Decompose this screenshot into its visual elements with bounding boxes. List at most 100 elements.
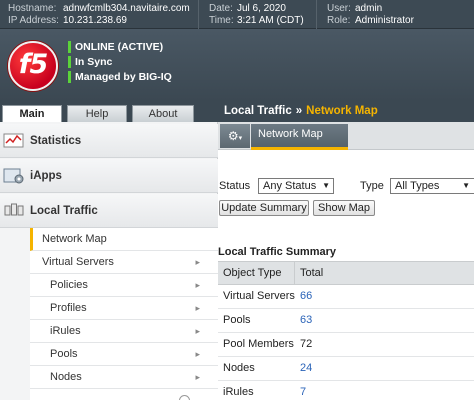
row-object-type: iRules (223, 386, 254, 398)
tab-help[interactable]: Help (67, 105, 127, 122)
breadcrumb: Local Traffic» Network Map (218, 101, 474, 122)
filter-row: Status Any Status ▼ Type All Types ▼ (218, 178, 474, 196)
chevron-right-icon: ▸ (195, 326, 200, 336)
statistics-icon (3, 132, 25, 150)
status-sync: In Sync (68, 55, 172, 70)
chevron-right-icon: ▸ (195, 280, 200, 290)
sidebar-category-local-traffic[interactable]: Local Traffic (0, 194, 218, 228)
column-header-object-type[interactable]: Object Type (223, 262, 282, 284)
user-value: admin (355, 3, 383, 14)
sidebar-item-label: Network Map (42, 233, 107, 245)
local-traffic-icon (3, 202, 25, 220)
sidebar-item-label: iRules (50, 325, 81, 337)
role-value: Administrator (355, 15, 414, 26)
sidebar-category-label: Local Traffic (30, 205, 98, 217)
role-label: Role: (327, 15, 351, 26)
status-managed: Managed by BIG-IQ (68, 70, 172, 85)
row-total-link[interactable]: 24 (300, 357, 312, 380)
tab-main[interactable]: Main (2, 105, 62, 123)
table-row: Nodes 24 (218, 357, 474, 381)
time-label: Time: (209, 15, 234, 26)
status-select[interactable]: Any Status ▼ (258, 178, 334, 194)
type-select-value: All Types (395, 180, 440, 192)
chevron-down-icon: ▼ (322, 181, 330, 190)
sidebar-item-nodes[interactable]: Nodes ▸ (30, 366, 218, 389)
table-row: iRules 7 (218, 381, 474, 400)
sidebar-item-virtual-servers[interactable]: Virtual Servers ▸ (30, 251, 218, 274)
date-value: Jul 6, 2020 (237, 3, 286, 14)
ip-value: 10.231.238.69 (63, 15, 127, 26)
hostname-value: adnwfcmlb304.navitaire.com (63, 3, 190, 14)
chevron-right-icon: ▸ (195, 372, 200, 382)
column-header-total[interactable]: Total (300, 262, 323, 284)
dropdown-caret-icon: ▾ (238, 135, 243, 142)
sidebar-item-policies[interactable]: Policies ▸ (30, 274, 218, 297)
row-total-link[interactable]: 66 (300, 285, 312, 308)
main-nav-tabs: Main Help About (0, 101, 218, 123)
sidebar-category-label: iApps (30, 170, 62, 182)
breadcrumb-separator: » (295, 105, 303, 117)
sidebar-item-profiles[interactable]: Profiles ▸ (30, 297, 218, 320)
row-total-link[interactable]: 7 (300, 381, 306, 400)
sidebar-item-partial[interactable] (30, 389, 218, 400)
sidebar-category-statistics[interactable]: Statistics (0, 124, 218, 158)
type-select[interactable]: All Types ▼ (390, 178, 474, 194)
f5-logo: f5 (8, 41, 58, 91)
gear-menu-button[interactable]: ⚙▾ (220, 124, 250, 148)
top-info-bar: Hostname: adnwfcmlb304.navitaire.com IP A… (0, 0, 474, 29)
row-total-link[interactable]: 63 (300, 309, 312, 332)
row-total: 72 (300, 338, 313, 350)
sidebar-category-label: Statistics (30, 135, 82, 147)
sidebar: Statistics iApps Local Traffic Network M… (0, 122, 218, 400)
row-object-type: Virtual Servers (223, 290, 295, 302)
update-summary-button[interactable]: Update Summary (219, 200, 309, 216)
show-map-button[interactable]: Show Map (313, 200, 375, 216)
table-row: Pools 63 (218, 309, 474, 333)
chevron-down-icon: ▼ (462, 181, 470, 190)
summary-title: Local Traffic Summary (218, 246, 336, 258)
status-filter-label: Status (219, 180, 251, 192)
sidebar-item-network-map[interactable]: Network Map (30, 228, 218, 251)
breadcrumb-current: Network Map (306, 105, 378, 117)
divider (198, 0, 199, 29)
user-info: User: admin Role: Administrator (327, 3, 414, 27)
gear-icon: ⚙ (227, 129, 239, 143)
sidebar-item-label: Profiles (50, 302, 87, 314)
status-select-value: Any Status (263, 180, 317, 192)
tab-about[interactable]: About (132, 105, 194, 122)
tab-network-map[interactable]: Network Map (251, 124, 348, 150)
row-object-type: Pool Members (223, 338, 294, 350)
chevron-right-icon: ▸ (195, 303, 200, 313)
summary-table: Object Type Total Virtual Servers 66 Poo… (218, 261, 474, 400)
device-status-list: ONLINE (ACTIVE) In Sync Managed by BIG-I… (68, 40, 172, 85)
sidebar-item-label: Pools (50, 348, 78, 360)
table-row: Pool Members 72 (218, 333, 474, 357)
content-toolbar: ⚙▾ Network Map (218, 122, 474, 150)
ip-label: IP Address: (8, 15, 59, 26)
table-row: Virtual Servers 66 (218, 285, 474, 309)
status-online: ONLINE (ACTIVE) (68, 40, 172, 55)
column-divider (294, 262, 295, 285)
divider (316, 0, 317, 29)
type-filter-label: Type (360, 180, 384, 192)
breadcrumb-parent[interactable]: Local Traffic (224, 105, 292, 117)
sidebar-item-irules[interactable]: iRules ▸ (30, 320, 218, 343)
host-info: Hostname: adnwfcmlb304.navitaire.com IP A… (8, 3, 190, 27)
add-circle-icon (179, 395, 190, 400)
sidebar-item-label: Policies (50, 279, 88, 291)
iapps-icon (3, 167, 25, 185)
date-time-info: Date: Jul 6, 2020 Time: 3:21 AM (CDT) (209, 3, 304, 27)
sidebar-item-label: Virtual Servers (42, 256, 114, 268)
chevron-right-icon: ▸ (195, 349, 200, 359)
date-label: Date: (209, 3, 233, 14)
row-object-type: Pools (223, 314, 251, 326)
row-object-type: Nodes (223, 362, 255, 374)
user-label: User: (327, 3, 351, 14)
header: f5 ONLINE (ACTIVE) In Sync Managed by BI… (0, 29, 474, 101)
chevron-right-icon: ▸ (195, 257, 200, 267)
time-value: 3:21 AM (CDT) (237, 15, 304, 26)
sidebar-item-pools[interactable]: Pools ▸ (30, 343, 218, 366)
table-header-row: Object Type Total (218, 262, 474, 285)
hostname-label: Hostname: (8, 3, 57, 14)
sidebar-category-iapps[interactable]: iApps (0, 159, 218, 193)
